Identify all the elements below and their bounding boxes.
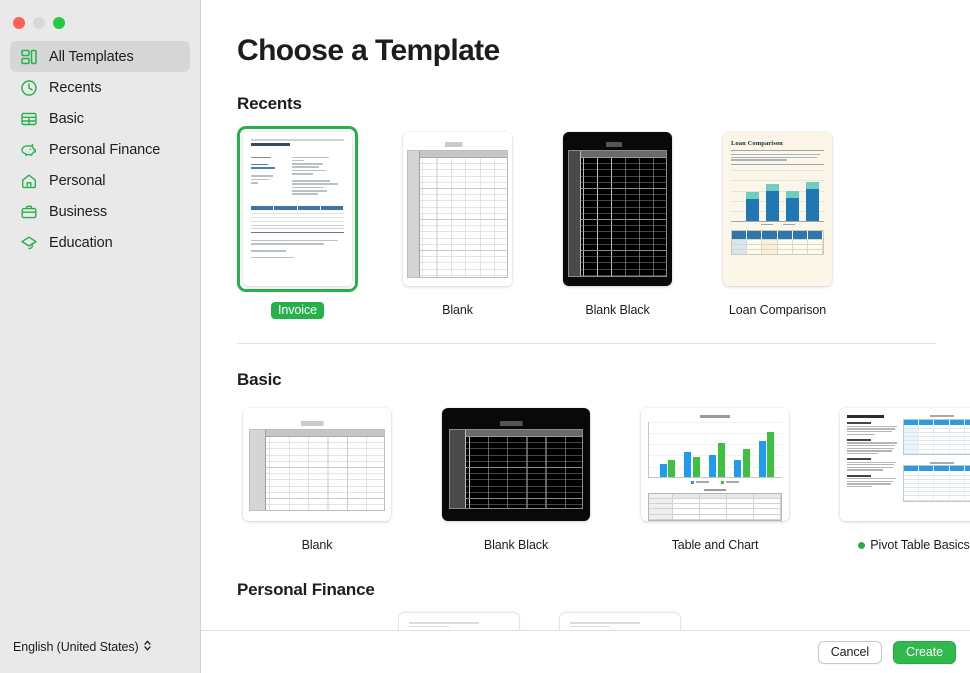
section-heading: Recents: [237, 94, 302, 113]
section-divider: [237, 343, 936, 344]
minimize-window-button[interactable]: [33, 16, 45, 29]
template-tile-blank[interactable]: Blank: [397, 126, 518, 319]
sidebar-item-basic[interactable]: Basic: [10, 103, 190, 134]
templates-grid-icon: [19, 47, 38, 66]
template-tile-table-and-chart[interactable]: Table and Chart: [635, 402, 795, 554]
template-row-basic: Blank Blank Black Table and Chart Pivot …: [237, 402, 970, 554]
sidebar-nav: All Templates Recents Basic Personal Fin…: [0, 41, 200, 258]
template-tile-pf-partial-1[interactable]: [398, 612, 520, 630]
create-button[interactable]: Create: [893, 640, 956, 664]
template-thumbnail-invoice: [243, 132, 352, 286]
template-label: Blank: [397, 301, 518, 319]
template-tile-basic-blank-black[interactable]: Blank Black: [436, 402, 596, 554]
maximize-window-button[interactable]: [53, 16, 65, 29]
template-name: Blank Black: [483, 538, 549, 552]
template-tile-basic-blank[interactable]: Blank: [237, 402, 397, 554]
clock-icon: [19, 78, 38, 97]
template-label: Blank: [237, 536, 397, 554]
sidebar-item-all-templates[interactable]: All Templates: [10, 41, 190, 72]
template-browser: Choose a Template Recents Invoice Blank …: [201, 0, 970, 673]
template-thumbnail-pivot-table-basics: [840, 408, 970, 521]
section-personal-finance: Personal Finance: [201, 580, 970, 630]
table-grid-icon: [19, 109, 38, 128]
template-label: Loan Comparison: [717, 301, 838, 319]
template-name: Blank: [301, 538, 333, 552]
template-thumbnail-blank-black: [442, 408, 590, 521]
piggy-bank-icon: [19, 140, 38, 159]
template-thumbnail-blank: [403, 132, 512, 286]
choose-template-dialog: All Templates Recents Basic Personal Fin…: [0, 0, 970, 673]
chevron-updown-icon: [143, 639, 152, 655]
sidebar-item-recents[interactable]: Recents: [10, 72, 190, 103]
language-value: English (United States): [13, 640, 139, 654]
sidebar-item-business[interactable]: Business: [10, 196, 190, 227]
close-window-button[interactable]: [13, 16, 25, 29]
template-name: Loan Comparison: [728, 303, 827, 317]
template-label: Blank Black: [436, 536, 596, 554]
section-recents: Recents Invoice Blank Blank Black Loan C…: [201, 94, 970, 319]
language-selector[interactable]: English (United States): [13, 639, 152, 655]
graduation-cap-icon: [19, 233, 38, 252]
template-label: Blank Black: [557, 301, 678, 319]
template-thumbnail-blank-black: [563, 132, 672, 286]
template-name: Table and Chart: [671, 538, 759, 552]
sidebar-item-label: Education: [49, 234, 113, 251]
sidebar-item-personal-finance[interactable]: Personal Finance: [10, 134, 190, 165]
sidebar-item-label: All Templates: [49, 48, 134, 65]
template-tile-pivot-table-basics[interactable]: Pivot Table Basics: [834, 402, 970, 554]
page-title: Choose a Template: [237, 34, 500, 67]
sidebar-item-education[interactable]: Education: [10, 227, 190, 258]
template-tile-invoice[interactable]: Invoice: [237, 126, 358, 319]
sidebar-item-label: Recents: [49, 79, 102, 96]
template-thumbnail-blank: [243, 408, 391, 521]
section-heading: Basic: [237, 370, 282, 389]
template-row-personal-finance: [237, 612, 970, 630]
template-name: Pivot Table Basics: [870, 538, 970, 552]
sidebar-item-label: Personal: [49, 172, 106, 189]
template-row-recents: Invoice Blank Blank Black Loan Compariso…: [237, 126, 970, 319]
template-label: Pivot Table Basics: [834, 536, 970, 554]
home-icon: [19, 171, 38, 190]
sidebar-item-personal[interactable]: Personal: [10, 165, 190, 196]
briefcase-icon: [19, 202, 38, 221]
dialog-footer: Cancel Create: [201, 630, 970, 673]
row-spacer: [237, 612, 359, 630]
sidebar-item-label: Basic: [49, 110, 84, 127]
section-basic: Basic Blank Blank Black Table and Chart …: [201, 370, 970, 554]
template-label: Invoice: [237, 301, 358, 319]
template-name: Blank Black: [585, 303, 650, 317]
section-heading: Personal Finance: [237, 580, 375, 599]
template-name: Invoice: [271, 301, 324, 319]
template-thumbnail-table-and-chart: [641, 408, 789, 521]
sidebar: All Templates Recents Basic Personal Fin…: [0, 0, 201, 673]
template-tile-loan-comparison[interactable]: Loan Comparison Loan Comparison: [717, 126, 838, 319]
template-scroll-area[interactable]: Choose a Template Recents Invoice Blank …: [201, 0, 970, 630]
sidebar-item-label: Business: [49, 203, 108, 220]
window-controls: [0, 0, 200, 34]
new-template-dot-icon: [858, 541, 866, 549]
sidebar-item-label: Personal Finance: [49, 141, 161, 158]
template-name: Blank: [442, 303, 473, 317]
template-thumbnail-loan-comparison: Loan Comparison: [723, 132, 832, 286]
cancel-button[interactable]: Cancel: [817, 640, 882, 664]
template-tile-blank-black[interactable]: Blank Black: [557, 126, 678, 319]
template-label: Table and Chart: [635, 536, 795, 554]
template-tile-pf-partial-2[interactable]: [559, 612, 681, 630]
